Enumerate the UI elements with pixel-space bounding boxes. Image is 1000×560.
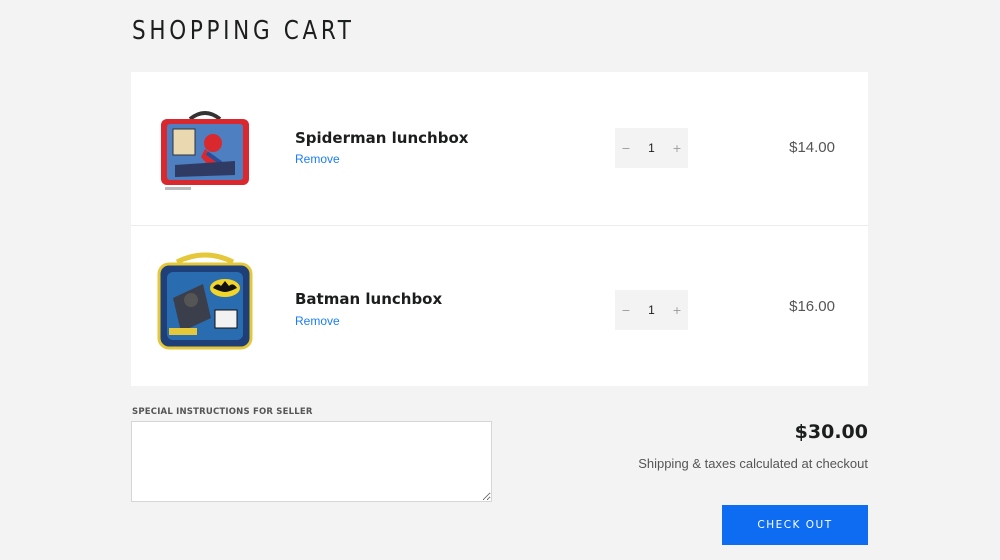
- page-title: SHOPPING CART: [132, 16, 355, 46]
- checkout-button[interactable]: CHECK OUT: [722, 505, 868, 545]
- remove-link[interactable]: Remove: [295, 152, 340, 166]
- quantity-input[interactable]: [637, 128, 666, 168]
- cart-subtotal: $30.00: [794, 421, 868, 443]
- spiderman-lunchbox-image[interactable]: [155, 105, 255, 195]
- seller-instructions-field[interactable]: [131, 421, 492, 502]
- batman-lunchbox-image[interactable]: [155, 248, 255, 358]
- remove-link[interactable]: Remove: [295, 314, 340, 328]
- seller-instructions-label: SPECIAL INSTRUCTIONS FOR SELLER: [132, 407, 313, 417]
- item-title[interactable]: Batman lunchbox: [295, 290, 442, 308]
- quantity-stepper: − +: [615, 290, 688, 330]
- item-title[interactable]: Spiderman lunchbox: [295, 129, 468, 147]
- quantity-stepper: − +: [615, 128, 688, 168]
- shipping-note: Shipping & taxes calculated at checkout: [638, 456, 868, 471]
- item-price: $16.00: [789, 298, 835, 315]
- quantity-input[interactable]: [637, 290, 666, 330]
- decrement-button[interactable]: −: [615, 290, 637, 330]
- increment-button[interactable]: +: [666, 128, 688, 168]
- cart-item: Batman lunchbox Remove − + $16.00: [131, 225, 868, 385]
- cart-list: Spiderman lunchbox Remove − + $14.00 Bat…: [131, 72, 868, 386]
- increment-button[interactable]: +: [666, 290, 688, 330]
- decrement-button[interactable]: −: [615, 128, 637, 168]
- cart-item: Spiderman lunchbox Remove − + $14.00: [131, 72, 868, 225]
- item-price: $14.00: [789, 139, 835, 156]
